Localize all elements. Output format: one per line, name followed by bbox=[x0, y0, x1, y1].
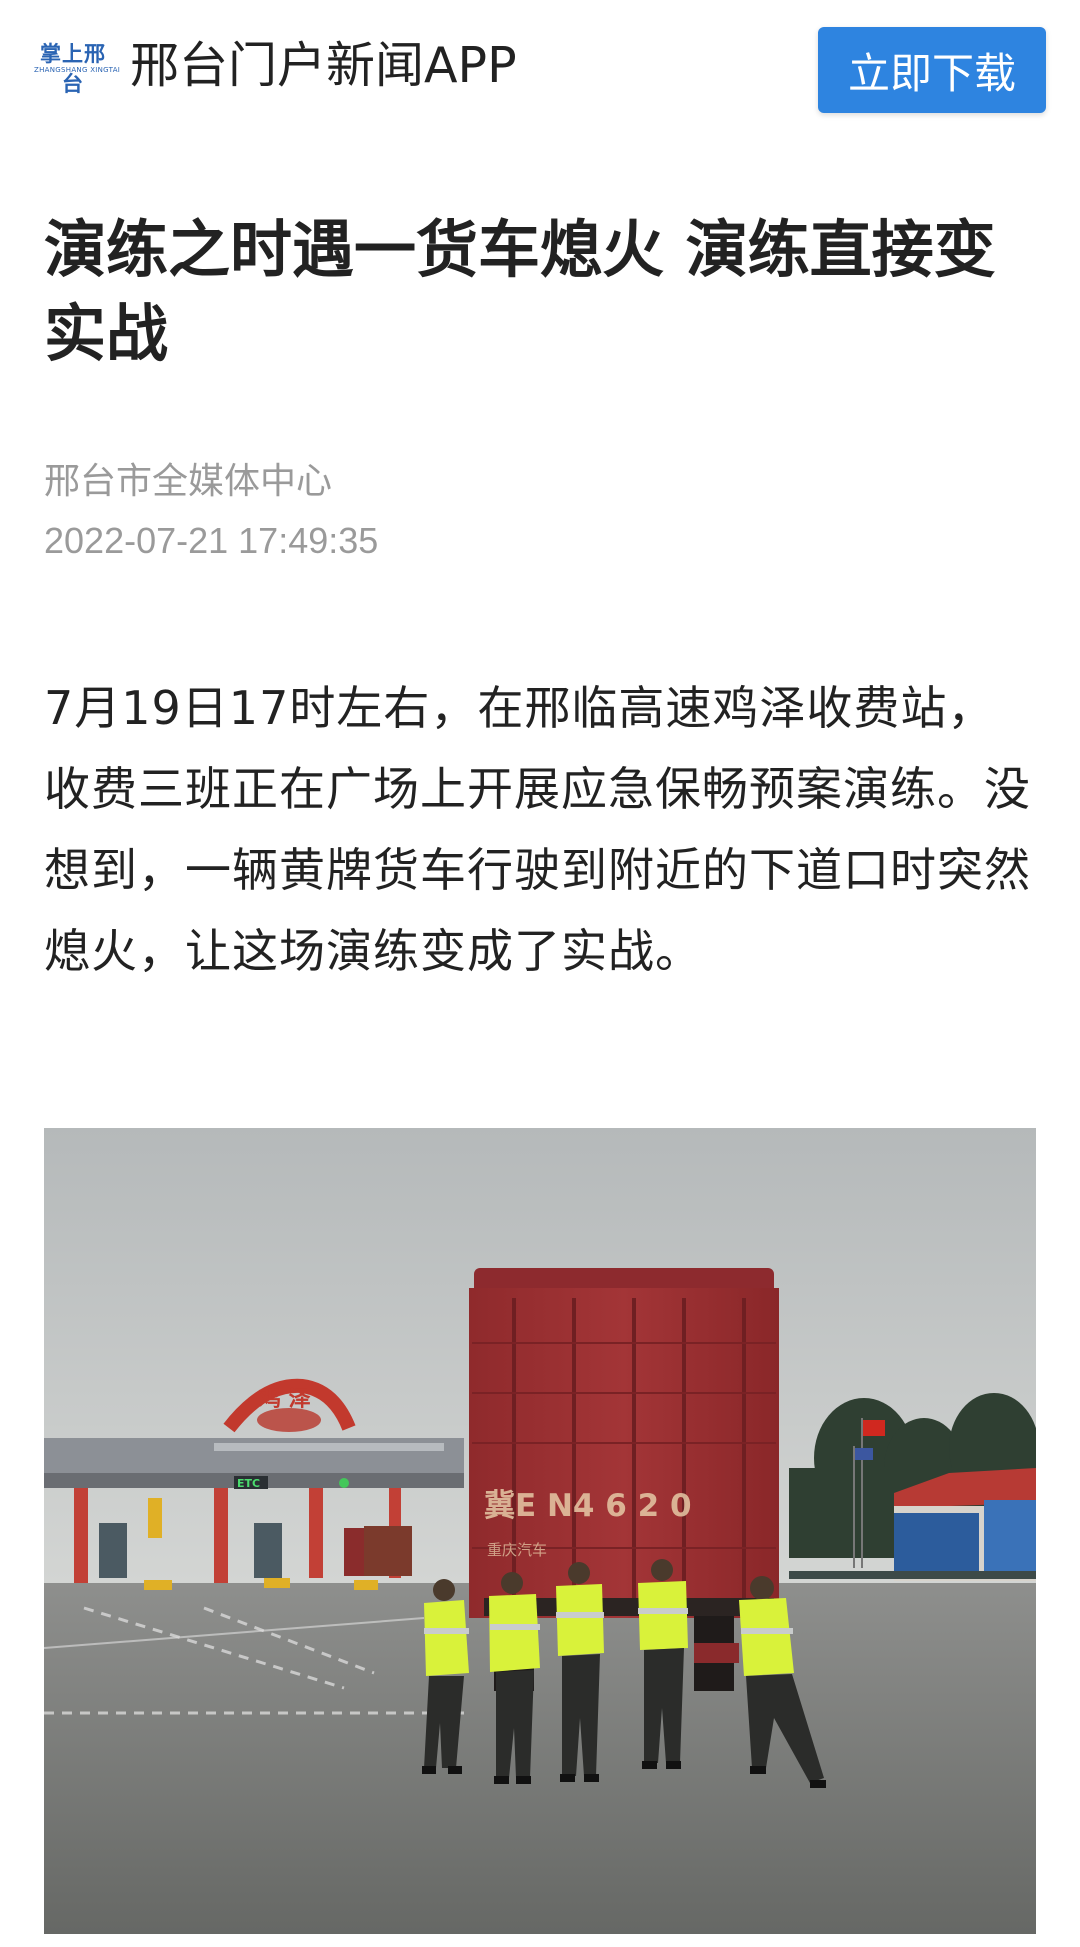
etc-label: ETC bbox=[237, 1477, 260, 1490]
logo-subtext: ZHANGSHANG XINGTAI bbox=[34, 66, 121, 74]
app-name: 邢台门户新闻APP bbox=[130, 37, 517, 94]
article-title: 演练之时遇一货车熄火 演练直接变实战 bbox=[44, 213, 996, 370]
download-button[interactable]: 立即下载 bbox=[818, 27, 1046, 113]
app-header: 掌上邢台 ZHANGSHANG XINGTAI 邢台门户新闻APP 立即下载 bbox=[0, 0, 1080, 120]
article-source: 邢台市全媒体中心 bbox=[44, 461, 333, 502]
flag bbox=[863, 1420, 885, 1436]
toll-sign: 鸡 泽 bbox=[258, 1386, 311, 1412]
article-datetime: 2022-07-21 17:49:35 bbox=[44, 520, 379, 561]
truck-plate-text: 冀E N4 6 2 0 bbox=[484, 1488, 692, 1524]
article-paragraph: 7月19日17时左右，在邢临高速鸡泽收费站，收费三班正在广场上开展应急保畅预案演… bbox=[44, 681, 1031, 978]
billboard bbox=[894, 1513, 979, 1575]
truck-brand: 重庆汽车 bbox=[487, 1541, 547, 1559]
article-photo[interactable]: 鸡 泽 ETC 冀E N4 6 2 0 重庆汽车 bbox=[44, 1128, 1036, 1934]
app-logo: 掌上邢台 ZHANGSHANG XINGTAI bbox=[34, 38, 121, 96]
